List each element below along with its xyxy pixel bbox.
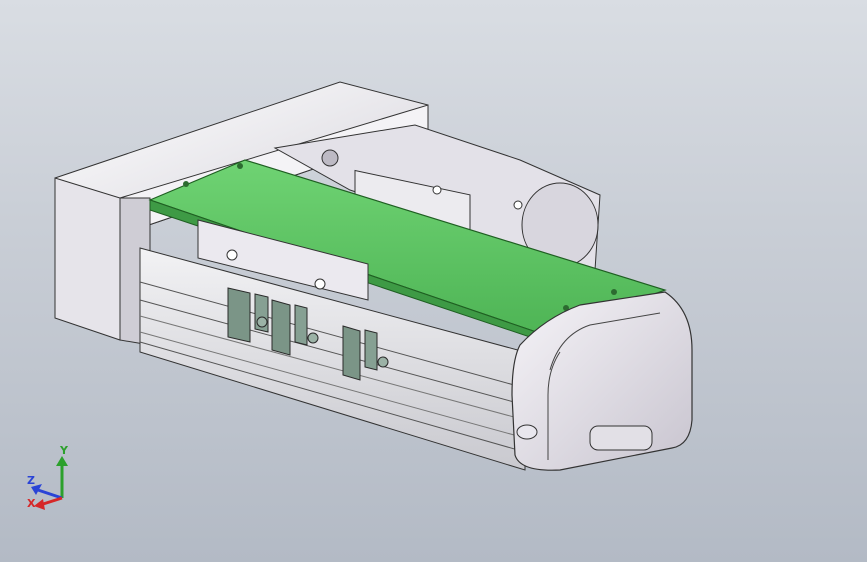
y-axis-label: Y [60,444,68,457]
coordinate-triad [31,456,68,510]
cad-viewport[interactable]: Y Z X [0,0,867,562]
x-axis-label: X [27,497,36,510]
linear-module-model[interactable] [0,0,867,562]
z-axis-arrow [37,488,63,500]
z-axis-label: Z [27,474,35,487]
